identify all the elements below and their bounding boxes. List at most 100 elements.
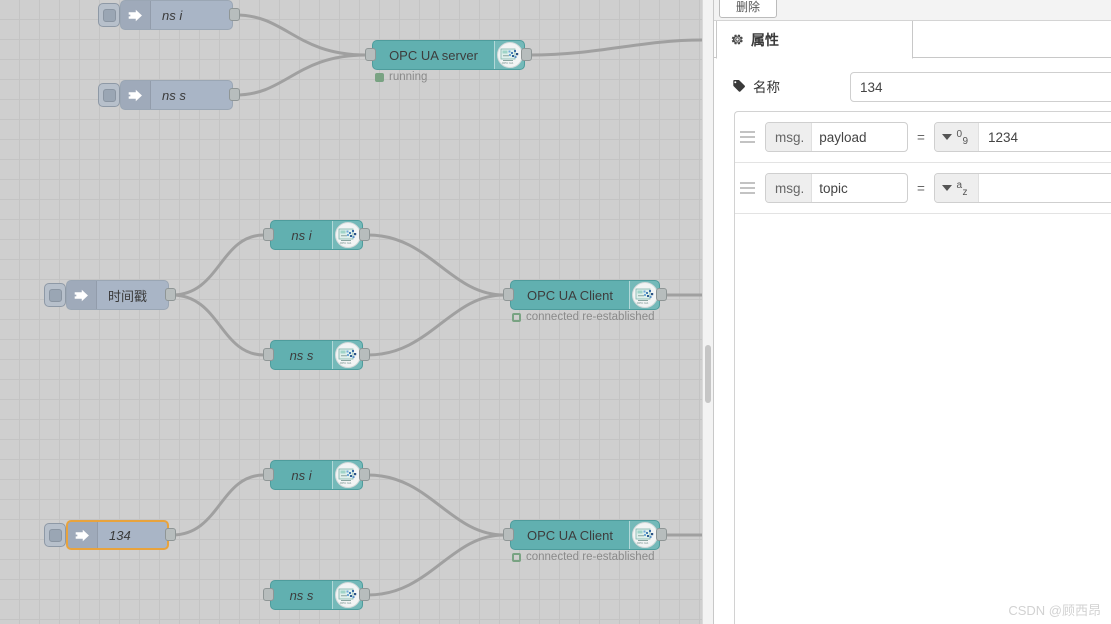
inject-arrow-icon [121,81,151,109]
wire[interactable] [368,475,504,535]
node-status: connected re-established [512,311,655,323]
opcua-icon-slot: OPC UA [332,341,362,369]
gear-icon [731,33,744,46]
wire[interactable] [368,295,504,355]
wire[interactable] [236,55,366,95]
wire[interactable] [172,295,264,355]
output-port[interactable] [656,528,667,541]
inject-node-label: 时间戳 [97,286,168,305]
output-port[interactable] [521,48,532,61]
property-value-field[interactable]: az [934,173,1111,203]
opcua-icon-slot: OPC UA [494,41,524,69]
inject-trigger-icon [49,289,62,302]
output-port[interactable] [359,588,370,601]
opcua-node-label: ns s [271,348,332,363]
svg-text:OPC UA: OPC UA [636,541,648,545]
opcua-logo-icon: OPC UA [632,282,658,308]
drag-handle-icon[interactable] [735,182,765,194]
property-row: msg.payload=091234 [735,112,1111,163]
tag-icon [732,79,746,93]
opcua-icon-slot: OPC UA [629,521,659,549]
inject-trigger-icon [103,89,116,102]
scrollbar-thumb[interactable] [705,345,711,403]
output-port[interactable] [165,528,176,541]
node-edit-panel: 删除 属性 名称 msg.payload=0 [713,0,1111,624]
inject-trigger-button[interactable] [44,283,66,307]
opcua-icon-slot: OPC UA [332,461,362,489]
property-key-value: topic [812,181,907,196]
drag-handle-icon[interactable] [735,131,765,143]
property-value-text[interactable]: 1234 [979,130,1111,145]
inject-arrow-icon [68,522,98,548]
wire[interactable] [368,535,504,595]
property-key-field[interactable]: msg.payload [765,122,908,152]
inject-trigger-button[interactable] [98,83,120,107]
chevron-down-icon [942,134,952,140]
wire[interactable] [236,15,366,55]
type-glyph-icon: 09 [957,129,972,146]
svg-text:OPC UA: OPC UA [636,301,648,305]
output-port[interactable] [359,468,370,481]
input-port[interactable] [263,348,274,361]
input-port[interactable] [263,468,274,481]
flow-canvas[interactable]: ns ins sOPC UA serverOPC UA时间戳ns iOPC UA… [0,0,702,624]
input-port[interactable] [263,588,274,601]
output-port[interactable] [656,288,667,301]
output-port[interactable] [359,228,370,241]
output-port[interactable] [165,288,176,301]
delete-button[interactable]: 删除 [719,0,777,18]
opcua-node-label: ns s [271,588,332,603]
output-port[interactable] [359,348,370,361]
status-indicator-icon [375,73,384,82]
property-key-field[interactable]: msg.topic [765,173,908,203]
property-row: msg.topic=az [735,163,1111,214]
name-input[interactable] [850,72,1111,102]
input-port[interactable] [365,48,376,61]
inject-node[interactable]: 134 [66,520,169,550]
tab-properties[interactable]: 属性 [716,21,913,59]
edit-panel-tabs: 属性 [714,21,1111,58]
property-value-field[interactable]: 09 1234 [934,122,1111,152]
inject-node[interactable]: ns i [120,0,233,30]
chevron-down-icon [942,185,952,191]
input-port[interactable] [263,228,274,241]
opcua-node[interactable]: ns sOPC UA [270,580,363,610]
canvas-vertical-scrollbar[interactable] [702,0,713,624]
status-indicator-icon [512,313,521,322]
msg-prefix-label: msg. [766,174,812,202]
opcua-node[interactable]: ns iOPC UA [270,460,363,490]
inject-trigger-icon [103,9,116,22]
wire[interactable] [368,235,504,295]
opcua-node-label: ns i [271,228,332,243]
opcua-node[interactable]: ns s OPC UA [270,340,363,370]
opcua-node[interactable]: ns iOPC UA [270,220,363,250]
wire[interactable] [530,40,702,55]
type-selector-dropdown[interactable]: 09 [935,123,979,151]
inject-trigger-button[interactable] [44,523,66,547]
inject-node[interactable]: 时间戳 [66,280,169,310]
type-selector-dropdown[interactable]: az [935,174,979,202]
wire[interactable] [172,475,264,535]
node-status-text: running [389,71,427,83]
opcua-node[interactable]: OPC UA server OPC UA [372,40,525,70]
output-port[interactable] [229,88,240,101]
opcua-node-label: OPC UA Client [511,528,629,543]
input-port[interactable] [503,288,514,301]
opcua-logo-icon: OPC UA [335,582,361,608]
inject-node[interactable]: ns s [120,80,233,110]
opcua-node-label: OPC UA server [373,48,494,63]
input-port[interactable] [503,528,514,541]
opcua-node[interactable]: OPC UA Client OPC UA [510,520,660,550]
svg-text:OPC UA: OPC UA [339,361,351,365]
output-port[interactable] [229,8,240,21]
wire[interactable] [172,235,264,295]
inject-node-label: ns s [151,88,232,103]
node-status: running [375,71,427,83]
name-label: 名称 [753,76,780,96]
opcua-logo-icon: OPC UA [335,222,361,248]
svg-text:OPC UA: OPC UA [501,61,513,65]
opcua-node[interactable]: OPC UA ClientOPC UA [510,280,660,310]
inject-trigger-button[interactable] [98,3,120,27]
watermark: CSDN @顾西昂 [1008,600,1101,619]
svg-text:OPC UA: OPC UA [339,481,351,485]
